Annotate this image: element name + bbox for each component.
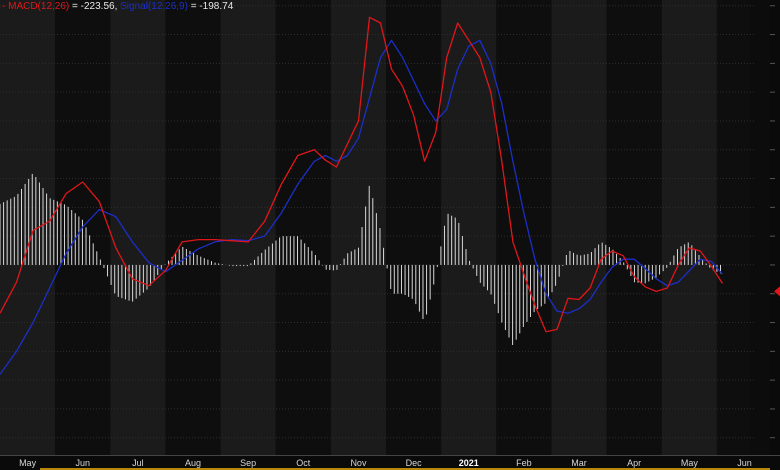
legend-signal-value: = -198.74 [190, 1, 234, 12]
x-tick-label: Aug [185, 458, 201, 468]
month-band [551, 0, 607, 455]
month-band [441, 0, 497, 455]
month-band [386, 0, 442, 455]
month-band [110, 0, 166, 455]
month-bands [0, 0, 780, 470]
month-band [716, 0, 750, 455]
month-band [275, 0, 331, 455]
indicator-legend: - MACD(12,26) = -223.56, Signal(12,26,9)… [2, 0, 233, 13]
x-tick-label: May [681, 458, 699, 468]
x-tick-label: 2021 [459, 458, 479, 468]
x-axis: May Jun Jul Aug Sep Oct Nov Dec 2021 Feb Mar Apr May… [0, 455, 780, 470]
x-tick-label: Jun [737, 458, 752, 468]
month-band [661, 0, 717, 455]
x-tick-label: Mar [571, 458, 587, 468]
x-tick-label: Jul [132, 458, 144, 468]
right-axis-strip [770, 0, 780, 455]
x-tick-label: Jun [75, 458, 90, 468]
legend-signal-name: Signal(12,26,9) [120, 1, 188, 12]
month-band [606, 0, 662, 455]
x-tick-label: Dec [406, 458, 423, 468]
legend-macd-name: MACD(12,26) [8, 1, 70, 12]
chart-canvas: May Jun Jul Aug Sep Oct Nov Dec 2021 Feb Mar Apr May… [0, 0, 780, 470]
x-tick-label: Nov [350, 458, 367, 468]
x-tick-label: Oct [296, 458, 311, 468]
x-tick-label: Feb [516, 458, 532, 468]
month-band [220, 0, 276, 455]
legend-macd-value: = -223.56, [72, 1, 118, 12]
macd-chart: May Jun Jul Aug Sep Oct Nov Dec 2021 Feb Mar Apr May… [0, 0, 780, 470]
month-band [165, 0, 221, 455]
x-axis-background [0, 455, 780, 470]
x-tick-label: Apr [627, 458, 641, 468]
month-band [496, 0, 552, 455]
x-tick-label: May [19, 458, 37, 468]
x-tick-label: Sep [240, 458, 256, 468]
